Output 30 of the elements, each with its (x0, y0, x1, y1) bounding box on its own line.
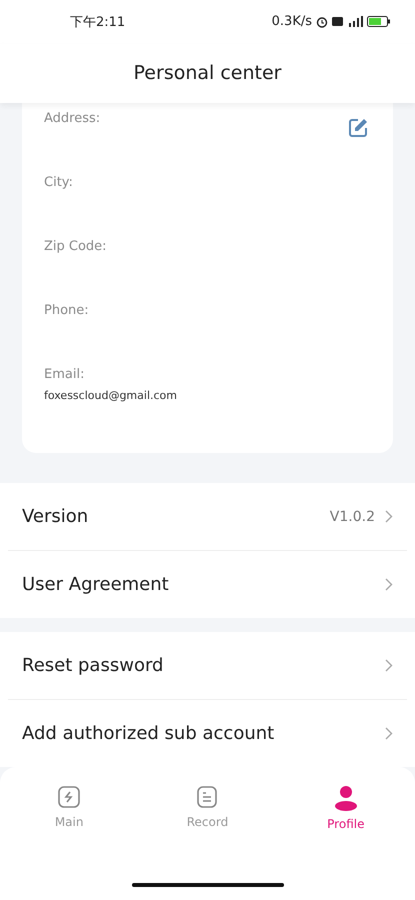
menu-value: V1.0.2 (330, 508, 375, 525)
alarm-icon (316, 16, 328, 28)
chevron-right-icon (385, 578, 393, 592)
menu-label: Add authorized sub account (22, 723, 276, 744)
menu-item[interactable]: User Agreement (8, 550, 407, 618)
field-label: Phone: (44, 303, 89, 318)
signal-icon (347, 16, 363, 28)
field-value: foxesscloud@gmail.com (44, 389, 177, 402)
person-icon (334, 785, 358, 812)
status-time: 下午2:11 (70, 14, 126, 31)
battery-icon (367, 16, 393, 28)
field-label: Zip Code: (44, 239, 107, 254)
menu-label: Reset password (22, 655, 164, 676)
field-label: City: (44, 175, 73, 190)
menu-item[interactable]: Version V1.0.2 (8, 483, 407, 550)
menu-label: Version (22, 506, 90, 528)
page-title: Personal center (134, 62, 282, 84)
bolt-icon (57, 785, 82, 810)
field-label: Email: (44, 367, 84, 382)
tab[interactable]: Profile (306, 785, 386, 832)
field-label: Address: (44, 111, 100, 126)
chevron-right-icon (385, 659, 393, 672)
chevron-right-icon (385, 510, 393, 524)
sim-icon (332, 17, 343, 26)
edit-icon[interactable] (347, 117, 369, 140)
menu-item[interactable]: Reset password (8, 632, 407, 700)
menu-label: User Agreement (22, 574, 170, 596)
document-icon (195, 785, 220, 810)
chevron-right-icon (385, 727, 393, 740)
network-speed: 0.3K/s (272, 14, 312, 30)
